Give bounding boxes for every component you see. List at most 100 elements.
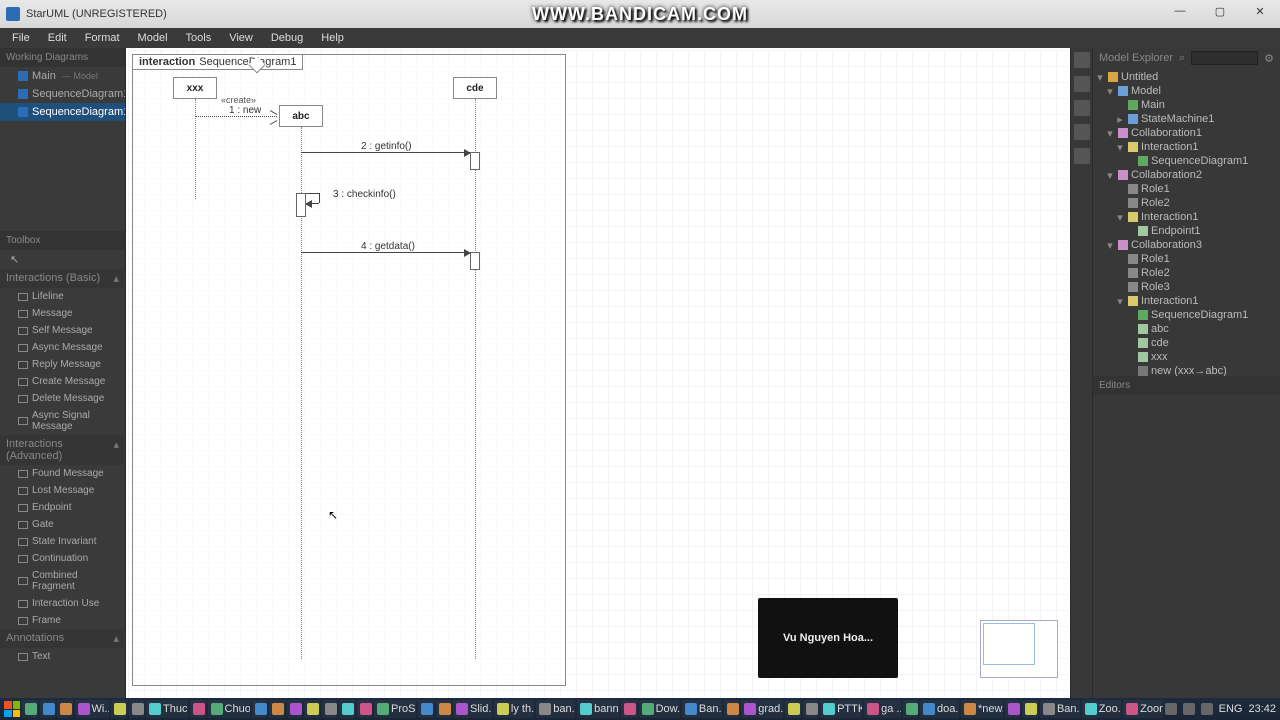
menu-view[interactable]: View <box>221 30 261 46</box>
tree-node[interactable]: Role1 <box>1093 182 1280 196</box>
taskbar-item[interactable] <box>436 700 452 718</box>
minimap-icon[interactable] <box>1074 100 1090 116</box>
toolbox-item[interactable]: State Invariant <box>0 533 125 550</box>
tray-language[interactable]: ENG <box>1219 703 1243 715</box>
toolbox-item[interactable]: Found Message <box>0 465 125 482</box>
working-diagram-item[interactable]: Main— Model <box>0 67 125 85</box>
taskbar-item[interactable] <box>287 700 303 718</box>
taskbar-item[interactable]: ban... <box>536 700 575 718</box>
taskbar-item[interactable]: Dow... <box>639 700 680 718</box>
taskbar-item[interactable]: grad... <box>741 700 783 718</box>
diagram-thumb-icon[interactable] <box>1074 76 1090 92</box>
model-explorer-search[interactable] <box>1191 51 1258 65</box>
tree-node[interactable]: ▾Interaction1 <box>1093 210 1280 224</box>
activation-cde-2[interactable] <box>470 252 480 270</box>
minimize-button[interactable]: — <box>1160 0 1200 22</box>
toolbox-item[interactable]: Continuation <box>0 550 125 567</box>
tree-node[interactable]: ▾Collaboration1 <box>1093 126 1280 140</box>
tree-node[interactable]: cde <box>1093 336 1280 350</box>
tree-node[interactable]: ▾Model <box>1093 84 1280 98</box>
tree-node[interactable]: xxx <box>1093 350 1280 364</box>
toolbox-item[interactable]: Gate <box>0 516 125 533</box>
tree-node[interactable]: Endpoint1 <box>1093 224 1280 238</box>
tree-node[interactable]: ▾Collaboration3 <box>1093 238 1280 252</box>
taskbar-item[interactable] <box>339 700 355 718</box>
taskbar-item[interactable] <box>304 700 320 718</box>
lifeline-abc[interactable]: abc <box>279 105 323 127</box>
menu-tools[interactable]: Tools <box>178 30 220 46</box>
tray-volume-icon[interactable] <box>1201 703 1213 715</box>
refresh-icon[interactable] <box>1074 124 1090 140</box>
toolbox-item[interactable]: Lost Message <box>0 482 125 499</box>
menu-debug[interactable]: Debug <box>263 30 311 46</box>
taskbar-item[interactable] <box>724 700 740 718</box>
taskbar-item[interactable] <box>190 700 206 718</box>
taskbar-item[interactable]: PTTK... <box>820 700 862 718</box>
toolbox-item[interactable]: Create Message <box>0 373 125 390</box>
tree-node[interactable]: Role2 <box>1093 196 1280 210</box>
tree-node[interactable]: ▸StateMachine1 <box>1093 112 1280 126</box>
zoom-video-tile[interactable]: Vu Nguyen Hoa... <box>758 598 898 678</box>
activation-abc-1[interactable] <box>296 193 306 217</box>
search-icon[interactable]: ⌕ <box>1179 52 1185 65</box>
taskbar-item[interactable] <box>252 700 268 718</box>
taskbar-item[interactable]: Ban... <box>682 700 722 718</box>
taskbar-item[interactable] <box>129 700 145 718</box>
taskbar-item[interactable]: ga ... <box>864 700 900 718</box>
share-icon[interactable] <box>1074 148 1090 164</box>
taskbar-item[interactable] <box>1005 700 1021 718</box>
windows-taskbar[interactable]: Wi...Thuc...Chuo...ProS...Slid...ly th..… <box>0 698 1280 720</box>
diagram-canvas[interactable]: interactionSequenceDiagram1 xxx cde abc … <box>126 48 1070 698</box>
msg-create[interactable] <box>195 116 277 117</box>
taskbar-item[interactable]: *new... <box>961 700 1003 718</box>
menu-edit[interactable]: Edit <box>40 30 75 46</box>
taskbar-item[interactable]: Zoom <box>1123 700 1162 718</box>
taskbar-item[interactable] <box>621 700 637 718</box>
msg4[interactable] <box>301 252 470 253</box>
toolbox-item[interactable]: Frame <box>0 612 125 629</box>
taskbar-item[interactable] <box>418 700 434 718</box>
working-diagram-item[interactable]: SequenceDiagram1— Interact... <box>0 103 125 121</box>
toolbox-group[interactable]: Annotations▴ <box>0 629 125 648</box>
start-button[interactable] <box>4 701 20 717</box>
toolbox-item[interactable]: Self Message <box>0 322 125 339</box>
lifeline-xxx[interactable]: xxx <box>173 77 217 99</box>
taskbar-item[interactable] <box>322 700 338 718</box>
menu-file[interactable]: File <box>4 30 38 46</box>
msg2[interactable] <box>301 152 470 153</box>
working-diagram-item[interactable]: SequenceDiagram1— Interact... <box>0 85 125 103</box>
menu-format[interactable]: Format <box>77 30 128 46</box>
toolbox-item[interactable]: Delete Message <box>0 390 125 407</box>
toolbox-item[interactable]: Reply Message <box>0 356 125 373</box>
taskbar-item[interactable] <box>40 700 56 718</box>
tree-node[interactable]: SequenceDiagram1 <box>1093 154 1280 168</box>
menu-help[interactable]: Help <box>313 30 352 46</box>
taskbar-item[interactable]: Zoo... <box>1082 700 1121 718</box>
taskbar-item[interactable] <box>357 700 373 718</box>
tree-node[interactable]: ▾Collaboration2 <box>1093 168 1280 182</box>
tree-node[interactable]: Role2 <box>1093 266 1280 280</box>
tray-clock[interactable]: 23:42 <box>1248 703 1276 715</box>
interaction-frame[interactable]: interactionSequenceDiagram1 xxx cde abc … <box>132 54 566 686</box>
taskbar-item[interactable] <box>785 700 801 718</box>
toolbox-cursor-row[interactable]: ↖ <box>0 250 125 269</box>
taskbar-item[interactable]: ly th... <box>494 700 534 718</box>
close-button[interactable]: ✕ <box>1240 0 1280 22</box>
maximize-button[interactable]: ▢ <box>1200 0 1240 22</box>
tree-node[interactable]: abc <box>1093 322 1280 336</box>
taskbar-item[interactable] <box>803 700 819 718</box>
tray-network-icon[interactable] <box>1183 703 1195 715</box>
toolbox-item[interactable]: Endpoint <box>0 499 125 516</box>
gear-icon[interactable]: ⚙ <box>1264 52 1274 65</box>
tray-chevron-icon[interactable] <box>1165 703 1177 715</box>
taskbar-item[interactable]: Chuo... <box>208 700 250 718</box>
tree-node[interactable]: ▾Untitled <box>1093 70 1280 84</box>
taskbar-item[interactable]: Ban... <box>1040 700 1080 718</box>
taskbar-item[interactable]: Slid... <box>453 700 492 718</box>
taskbar-item[interactable]: Wi... <box>75 700 110 718</box>
toolbox-item[interactable]: Lifeline <box>0 288 125 305</box>
toolbox-item[interactable]: Async Message <box>0 339 125 356</box>
tree-node[interactable]: Main <box>1093 98 1280 112</box>
menu-model[interactable]: Model <box>130 30 176 46</box>
lifeline-cde[interactable]: cde <box>453 77 497 99</box>
